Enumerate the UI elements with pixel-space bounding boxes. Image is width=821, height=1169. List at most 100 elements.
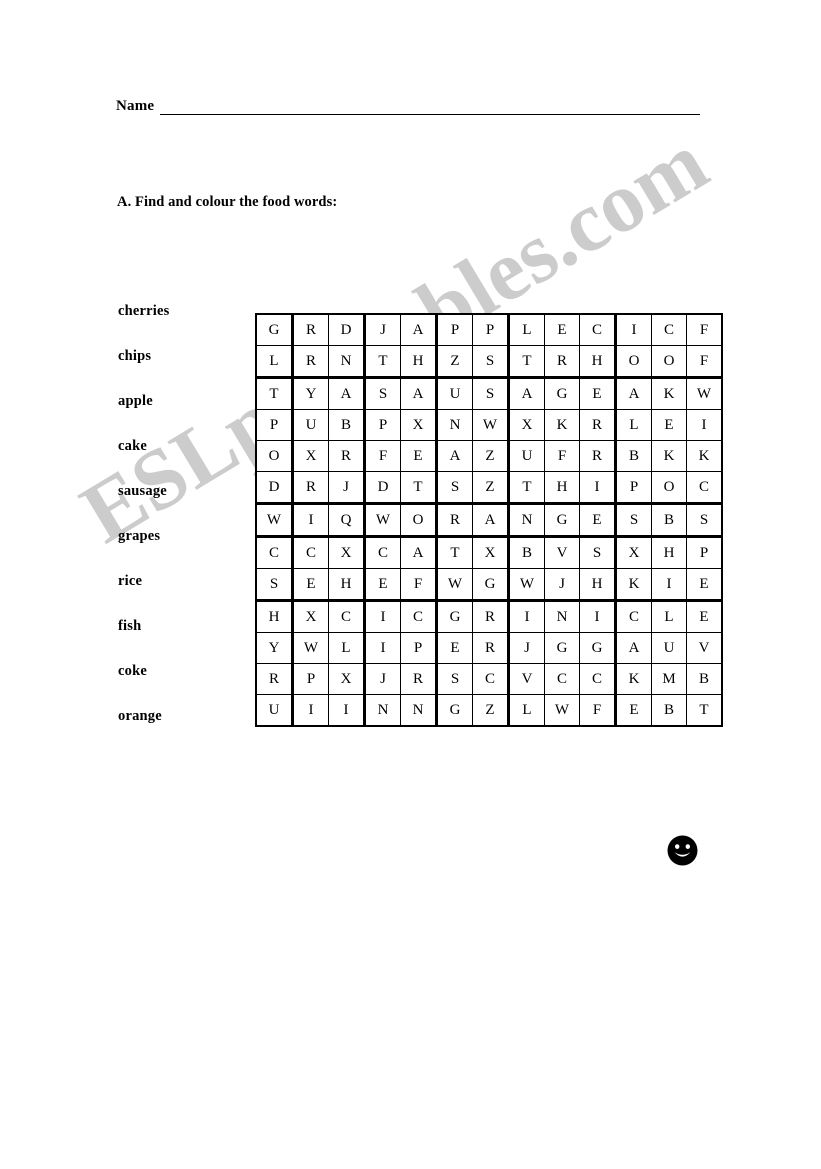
word-search-cell[interactable]: E [400, 440, 438, 472]
word-search-cell[interactable]: F [400, 568, 438, 602]
word-search-cell[interactable]: A [328, 377, 366, 410]
word-search-cell[interactable]: N [364, 694, 401, 726]
word-search-cell[interactable]: R [292, 471, 329, 505]
word-search-cell[interactable]: C [328, 600, 366, 633]
word-search-cell[interactable]: A [436, 440, 473, 472]
word-search-cell[interactable]: T [364, 345, 401, 379]
word-search-cell[interactable]: W [472, 409, 510, 441]
word-search-cell[interactable]: T [256, 377, 294, 410]
word-search-cell[interactable]: B [508, 536, 545, 569]
word-search-cell[interactable]: I [579, 471, 617, 505]
word-search-cell[interactable]: D [256, 471, 294, 505]
word-search-cell[interactable]: X [292, 440, 329, 472]
word-search-cell[interactable]: N [508, 503, 545, 538]
word-search-cell[interactable]: V [508, 663, 545, 695]
word-search-cell[interactable]: X [472, 536, 510, 569]
word-search-cell[interactable]: R [400, 663, 438, 695]
word-search-cell[interactable]: P [686, 536, 722, 569]
word-search-cell[interactable]: R [292, 314, 329, 346]
word-search-cell[interactable]: W [364, 503, 401, 538]
word-search-cell[interactable]: S [436, 471, 473, 505]
word-search-cell[interactable]: W [544, 694, 580, 726]
word-search-cell[interactable]: F [544, 440, 580, 472]
word-search-cell[interactable]: C [544, 663, 580, 695]
word-search-cell[interactable]: Z [436, 345, 473, 379]
word-search-cell[interactable]: S [364, 377, 401, 410]
word-search-cell[interactable]: S [472, 377, 510, 410]
word-search-cell[interactable]: R [292, 345, 329, 379]
word-search-cell[interactable]: C [579, 663, 617, 695]
word-search-cell[interactable]: H [328, 568, 366, 602]
word-search-cell[interactable]: W [686, 377, 722, 410]
word-search-cell[interactable]: I [615, 314, 652, 346]
word-search-cell[interactable]: B [615, 440, 652, 472]
name-write-line[interactable] [160, 99, 700, 115]
word-search-cell[interactable]: S [615, 503, 652, 538]
word-search-cell[interactable]: G [544, 632, 580, 664]
word-search-cell[interactable]: J [364, 314, 401, 346]
word-search-cell[interactable]: K [651, 440, 687, 472]
word-search-cell[interactable]: O [651, 471, 687, 505]
word-search-cell[interactable]: L [651, 600, 687, 633]
word-search-cell[interactable]: X [292, 600, 329, 633]
word-search-cell[interactable]: K [615, 568, 652, 602]
word-search-cell[interactable]: E [544, 314, 580, 346]
word-search-cell[interactable]: P [615, 471, 652, 505]
word-search-cell[interactable]: K [544, 409, 580, 441]
word-search-cell[interactable]: X [328, 663, 366, 695]
word-search-cell[interactable]: T [400, 471, 438, 505]
word-search-cell[interactable]: C [400, 600, 438, 633]
word-search-cell[interactable]: K [651, 377, 687, 410]
word-search-cell[interactable]: I [292, 503, 329, 538]
word-search-cell[interactable]: H [544, 471, 580, 505]
word-search-cell[interactable]: V [544, 536, 580, 569]
word-search-cell[interactable]: L [615, 409, 652, 441]
word-search-cell[interactable]: I [292, 694, 329, 726]
word-search-cell[interactable]: N [544, 600, 580, 633]
word-search-cell[interactable]: C [615, 600, 652, 633]
word-search-cell[interactable]: Z [472, 440, 510, 472]
word-search-cell[interactable]: T [436, 536, 473, 569]
word-search-cell[interactable]: T [508, 345, 545, 379]
word-search-cell[interactable]: J [364, 663, 401, 695]
word-search-cell[interactable]: B [328, 409, 366, 441]
word-search-cell[interactable]: U [292, 409, 329, 441]
word-search-cell[interactable]: Y [292, 377, 329, 410]
word-search-cell[interactable]: I [686, 409, 722, 441]
word-search-cell[interactable]: I [508, 600, 545, 633]
word-search-cell[interactable]: I [328, 694, 366, 726]
word-search-cell[interactable]: G [472, 568, 510, 602]
word-search-cell[interactable]: H [256, 600, 294, 633]
word-search-cell[interactable]: F [686, 345, 722, 379]
word-search-cell[interactable]: D [328, 314, 366, 346]
word-search-cell[interactable]: P [256, 409, 294, 441]
word-search-cell[interactable]: F [686, 314, 722, 346]
word-search-cell[interactable]: J [508, 632, 545, 664]
word-search-cell[interactable]: J [328, 471, 366, 505]
word-search-table[interactable]: GRDJAPPLECICFLRNTHZSTRHOOFTYASAUSAGEAKWP… [256, 314, 722, 726]
word-search-cell[interactable]: O [256, 440, 294, 472]
word-search-cell[interactable]: V [686, 632, 722, 664]
word-search-cell[interactable]: S [579, 536, 617, 569]
word-search-cell[interactable]: I [579, 600, 617, 633]
word-search-cell[interactable]: C [364, 536, 401, 569]
word-search-cell[interactable]: S [256, 568, 294, 602]
word-search-cell[interactable]: E [686, 600, 722, 633]
word-search-cell[interactable]: E [292, 568, 329, 602]
word-search-cell[interactable]: G [544, 503, 580, 538]
word-search-cell[interactable]: C [686, 471, 722, 505]
word-search-cell[interactable]: M [651, 663, 687, 695]
word-search-cell[interactable]: S [436, 663, 473, 695]
word-search-cell[interactable]: R [579, 440, 617, 472]
word-search-cell[interactable]: E [686, 568, 722, 602]
word-search-cell[interactable]: U [508, 440, 545, 472]
word-search-cell[interactable]: L [256, 345, 294, 379]
word-search-cell[interactable]: W [292, 632, 329, 664]
word-search-cell[interactable]: J [544, 568, 580, 602]
word-search-cell[interactable]: A [472, 503, 510, 538]
word-search-cell[interactable]: E [651, 409, 687, 441]
word-search-cell[interactable]: U [256, 694, 294, 726]
word-search-cell[interactable]: I [364, 600, 401, 633]
word-search-cell[interactable]: T [508, 471, 545, 505]
word-search-cell[interactable]: Z [472, 471, 510, 505]
